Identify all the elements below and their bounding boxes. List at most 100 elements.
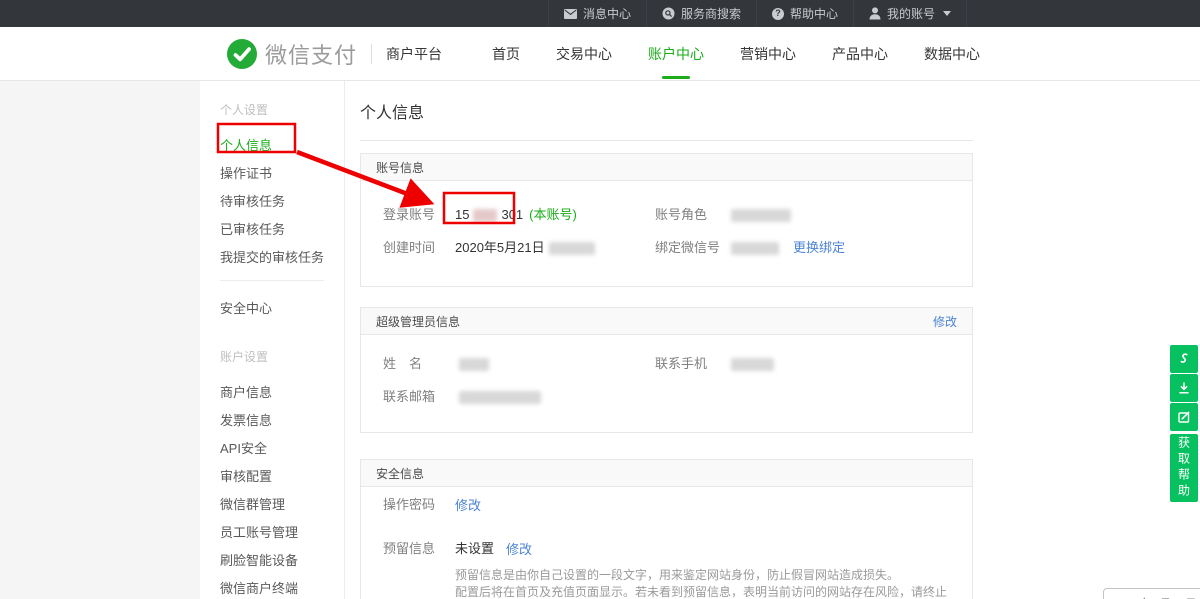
sidebar-title-personal-settings: 个人设置 — [220, 101, 344, 118]
section-title: 安全信息 — [376, 465, 424, 482]
redacted-email — [459, 391, 541, 404]
sidebar-item-my-submitted-tasks[interactable]: 我提交的审核任务 — [220, 242, 344, 270]
sidebar-item-reviewed-tasks[interactable]: 已审核任务 — [220, 214, 344, 242]
account-info-header: 账号信息 — [361, 154, 972, 181]
sidebar-item-face-smart-device[interactable]: 刷脸智能设备 — [220, 545, 344, 573]
topbar-item-label: 我的账号 — [887, 5, 935, 22]
reserved-info-status: 未设置 — [455, 539, 494, 559]
description-line: 预留信息是由你自己设置的一段文字，用来鉴定网站身份，防止假冒网站造成损失。 — [455, 567, 950, 584]
redacted-role — [731, 209, 791, 222]
portal-label: 商户平台 — [386, 44, 442, 64]
super-admin-body: 姓 名 联系手机 联系邮箱 — [361, 335, 972, 432]
wechat-pay-check-icon — [227, 39, 257, 69]
sidebar-item-staff-account-management[interactable]: 员工账号管理 — [220, 517, 344, 545]
nav-data-center[interactable]: 数据中心 — [924, 38, 980, 70]
page-title: 个人信息 — [360, 99, 973, 123]
floating-toolbar: 获取帮助 — [1170, 345, 1198, 502]
redacted-name — [459, 358, 489, 371]
edit-icon — [1177, 410, 1191, 424]
share-link-button[interactable] — [1170, 345, 1198, 373]
download-button[interactable] — [1170, 374, 1198, 402]
sidebar-item-api-security[interactable]: API安全 — [220, 433, 344, 461]
login-prefix: 15 — [455, 205, 469, 225]
topbar-my-account[interactable]: 我的账号 — [853, 0, 967, 27]
wechat-pay-merchant-portal: 消息中心 服务商搜索 ? 帮助中心 我的账号 微信支付 商户平台 首页 交易中心… — [0, 0, 1200, 599]
search-circle-icon — [662, 7, 675, 20]
primary-nav: 首页 交易中心 账户中心 营销中心 产品中心 数据中心 — [492, 38, 980, 70]
name-label: 姓 名 — [383, 354, 455, 374]
security-info-body: 操作密码 修改 预留信息 未设置 修改 预留信息是由你自己设置的一段文字，用来鉴… — [361, 487, 972, 599]
sidebar-item-merchant-info[interactable]: 商户信息 — [220, 377, 344, 405]
logo-divider — [371, 44, 372, 64]
super-admin-section: 超级管理员信息 修改 姓 名 联系手机 — [360, 307, 973, 433]
security-info-section: 安全信息 操作密码 修改 预留信息 未设置 修改 预留信息是由你自己设置的一段文… — [360, 459, 973, 599]
account-role-label: 账号角色 — [655, 205, 727, 225]
current-account-tag: (本账号) — [529, 205, 577, 225]
operation-password-label: 操作密码 — [383, 495, 455, 515]
redacted-login-middle — [473, 209, 497, 222]
left-gutter — [0, 81, 200, 599]
section-title: 账号信息 — [376, 159, 424, 176]
section-title: 超级管理员信息 — [376, 313, 460, 330]
wechat-pay-logo[interactable]: 微信支付 商户平台 — [227, 38, 442, 70]
password-edit-link[interactable]: 修改 — [455, 495, 481, 515]
created-time-label: 创建时间 — [383, 238, 455, 258]
contact-email-label: 联系邮箱 — [383, 387, 455, 407]
login-account-value: 15 301 (本账号) — [455, 205, 577, 225]
sidebar-item-wechat-group-management[interactable]: 微信群管理 — [220, 489, 344, 517]
rebind-link[interactable]: 更换绑定 — [793, 238, 845, 258]
admin-edit-link[interactable]: 修改 — [933, 313, 957, 330]
reserved-info-label: 预留信息 — [383, 539, 455, 559]
reserved-edit-link[interactable]: 修改 — [506, 539, 532, 559]
security-info-header: 安全信息 — [361, 460, 972, 487]
topbar-item-label: 消息中心 — [583, 5, 631, 22]
sidebar-title-account-settings: 账户设置 — [220, 348, 344, 365]
contact-phone-value — [727, 354, 778, 374]
sidebar-item-review-config[interactable]: 审核配置 — [220, 461, 344, 489]
sidebar-item-security-center[interactable]: 安全中心 — [220, 293, 344, 321]
envelope-icon — [564, 9, 577, 19]
super-admin-header: 超级管理员信息 修改 — [361, 308, 972, 335]
created-date: 2020年5月21日 — [455, 238, 545, 258]
name-value — [455, 354, 493, 374]
sidebar-divider — [220, 280, 324, 281]
sidebar-item-wechat-merchant-terminal[interactable]: 微信商户终端 — [220, 573, 344, 599]
redacted-wechat-id — [731, 242, 779, 255]
logo-text: 微信支付 — [265, 38, 357, 70]
nav-transaction-center[interactable]: 交易中心 — [556, 38, 612, 70]
topbar-service-provider-search[interactable]: 服务商搜索 — [646, 0, 756, 27]
page-body: 个人设置 个人信息 操作证书 待审核任务 已审核任务 我提交的审核任务 安全中心… — [0, 81, 1200, 599]
download-icon — [1177, 381, 1191, 395]
topbar-message-center[interactable]: 消息中心 — [548, 0, 646, 27]
nav-product-center[interactable]: 产品中心 — [832, 38, 888, 70]
nav-home[interactable]: 首页 — [492, 38, 520, 70]
description-line: 配置后将在首页及充值页面显示。若未看到预留信息，表明当前访问的网站存在风险，请终… — [455, 584, 950, 599]
sidebar: 个人设置 个人信息 操作证书 待审核任务 已审核任务 我提交的审核任务 安全中心… — [200, 81, 345, 599]
redacted-created-time — [549, 242, 595, 255]
feedback-button[interactable] — [1170, 403, 1198, 431]
sidebar-item-personal-info[interactable]: 个人信息 — [220, 130, 344, 158]
login-suffix: 301 — [501, 205, 523, 225]
topbar: 消息中心 服务商搜索 ? 帮助中心 我的账号 — [0, 0, 1200, 27]
topbar-item-label: 服务商搜索 — [681, 5, 741, 22]
title-divider — [360, 140, 973, 141]
user-icon — [869, 7, 881, 20]
redacted-phone — [731, 358, 774, 371]
nav-account-center[interactable]: 账户中心 — [648, 38, 704, 70]
account-info-body: 登录账号 15 301 (本账号) 账号角色 — [361, 181, 972, 286]
topbar-item-label: 帮助中心 — [790, 5, 838, 22]
sidebar-item-invoice-info[interactable]: 发票信息 — [220, 405, 344, 433]
header: 微信支付 商户平台 首页 交易中心 账户中心 营销中心 产品中心 数据中心 — [0, 27, 1200, 81]
account-role-value — [727, 205, 795, 225]
sidebar-item-pending-review-tasks[interactable]: 待审核任务 — [220, 186, 344, 214]
sidebar-item-operation-certificate[interactable]: 操作证书 — [220, 158, 344, 186]
chevron-down-icon — [943, 11, 951, 16]
nav-marketing-center[interactable]: 营销中心 — [740, 38, 796, 70]
topbar-help-center[interactable]: ? 帮助中心 — [756, 0, 853, 27]
bound-wechat-value: 更换绑定 — [727, 238, 845, 258]
account-info-section: 账号信息 登录账号 15 301 (本账号) — [360, 153, 973, 287]
contact-phone-label: 联系手机 — [655, 354, 727, 374]
login-account-label: 登录账号 — [383, 205, 455, 225]
date-popup: 2020年5月22日 — [1103, 588, 1200, 599]
get-help-button[interactable]: 获取帮助 — [1170, 434, 1198, 502]
